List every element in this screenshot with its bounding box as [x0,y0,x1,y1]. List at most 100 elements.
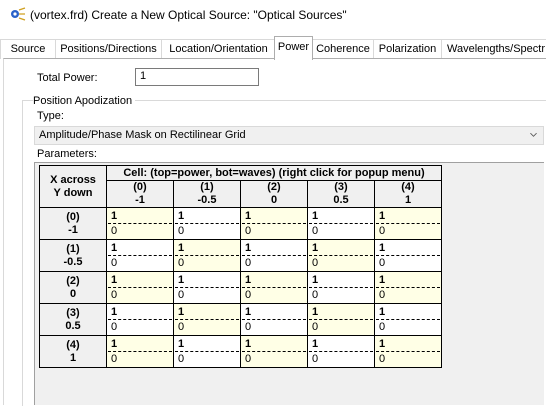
cell-waves-value[interactable]: 0 [245,225,251,237]
cell-waves-value[interactable]: 0 [178,353,184,365]
cell-waves-value[interactable]: 0 [312,321,318,333]
cell-waves-value[interactable]: 0 [111,289,117,301]
cell-waves-value[interactable]: 0 [379,321,385,333]
cell-waves-value[interactable]: 0 [245,321,251,333]
cell-divider [309,319,373,320]
cell-power-value[interactable]: 1 [178,242,184,254]
cell-waves-value[interactable]: 0 [379,257,385,269]
column-header[interactable]: (4) 1 [374,180,442,208]
parameters-grid-area: X across Y down Cell: (top=power, bot=wa… [34,162,544,405]
cell-power-value[interactable]: 1 [312,210,318,222]
grid-cell[interactable]: 10 [307,335,375,368]
column-header[interactable]: (3) 0.5 [307,180,375,208]
cell-power-value[interactable]: 1 [379,274,385,286]
row-header[interactable]: (4) 1 [39,335,107,368]
cell-waves-value[interactable]: 0 [379,225,385,237]
row-header[interactable]: (2) 0 [39,271,107,304]
cell-power-value[interactable]: 1 [379,338,385,350]
cell-divider [175,319,239,320]
grid-cell[interactable]: 10 [173,271,241,304]
cell-waves-value[interactable]: 0 [111,353,117,365]
grid-cell[interactable]: 10 [240,207,308,240]
cell-power-value[interactable]: 1 [111,338,117,350]
cell-waves-value[interactable]: 0 [178,257,184,269]
cell-waves-value[interactable]: 0 [245,289,251,301]
cell-waves-value[interactable]: 0 [178,225,184,237]
grid-cell[interactable]: 10 [240,239,308,272]
grid-cell[interactable]: 10 [173,207,241,240]
grid-cell[interactable]: 10 [106,239,174,272]
grid-cell[interactable]: 10 [374,207,442,240]
cell-waves-value[interactable]: 0 [312,353,318,365]
cell-power-value[interactable]: 1 [111,242,117,254]
grid-cell[interactable]: 10 [374,271,442,304]
cell-power-value[interactable]: 1 [178,274,184,286]
cell-power-value[interactable]: 1 [379,306,385,318]
cell-waves-value[interactable]: 0 [312,257,318,269]
cell-power-value[interactable]: 1 [178,306,184,318]
grid-cell[interactable]: 10 [106,207,174,240]
grid-cell[interactable]: 10 [374,335,442,368]
column-header[interactable]: (2) 0 [240,180,308,208]
column-header[interactable]: (0) -1 [106,180,174,208]
cell-power-value[interactable]: 1 [245,274,251,286]
grid-cell[interactable]: 10 [240,271,308,304]
cell-power-value[interactable]: 1 [245,210,251,222]
grid-cell[interactable]: 10 [106,303,174,336]
cell-power-value[interactable]: 1 [178,210,184,222]
grid-corner-header: X across Y down [39,165,107,208]
tab-power[interactable]: Power [274,36,313,60]
grid-cell[interactable]: 10 [106,335,174,368]
cell-waves-value[interactable]: 0 [245,353,251,365]
grid-cell[interactable]: 10 [307,239,375,272]
cell-waves-value[interactable]: 0 [111,321,117,333]
grid-cell[interactable]: 10 [374,303,442,336]
grid-cell[interactable]: 10 [240,303,308,336]
cell-power-value[interactable]: 1 [312,242,318,254]
grid-cell[interactable]: 10 [173,335,241,368]
cell-power-value[interactable]: 1 [178,338,184,350]
grid-cell[interactable]: 10 [106,271,174,304]
cell-power-value[interactable]: 1 [245,306,251,318]
cell-power-value[interactable]: 1 [245,242,251,254]
cell-power-value[interactable]: 1 [245,338,251,350]
cell-waves-value[interactable]: 0 [312,225,318,237]
tab-polarization[interactable]: Polarization [373,39,442,59]
tab-coherence[interactable]: Coherence [312,39,374,59]
cell-waves-value[interactable]: 0 [178,321,184,333]
grid-cell[interactable]: 10 [307,303,375,336]
grid-cell[interactable]: 10 [173,239,241,272]
cell-waves-value[interactable]: 0 [245,257,251,269]
cell-power-value[interactable]: 1 [379,242,385,254]
cell-waves-value[interactable]: 0 [379,289,385,301]
grid-cell[interactable]: 10 [173,303,241,336]
apodization-type-select[interactable]: Amplitude/Phase Mask on Rectilinear Grid [34,126,544,145]
cell-power-value[interactable]: 1 [312,338,318,350]
row-header[interactable]: (0) -1 [39,207,107,240]
grid-cell[interactable]: 10 [374,239,442,272]
tab-positions-directions[interactable]: Positions/Directions [55,39,162,59]
column-header[interactable]: (1) -0.5 [173,180,241,208]
tab-location-orientation[interactable]: Location/Orientation [161,39,276,59]
cell-divider [175,287,239,288]
row-header[interactable]: (3) 0.5 [39,303,107,336]
cell-power-value[interactable]: 1 [111,274,117,286]
cell-power-value[interactable]: 1 [312,306,318,318]
cell-waves-value[interactable]: 0 [312,289,318,301]
grid-cell[interactable]: 10 [240,335,308,368]
cell-power-value[interactable]: 1 [111,306,117,318]
cell-waves-value[interactable]: 0 [111,257,117,269]
tab-wavelengths-spectrum[interactable]: Wavelengths/Spectr [441,39,546,59]
grid-cell[interactable]: 10 [307,207,375,240]
cell-power-value[interactable]: 1 [379,210,385,222]
grid-cell[interactable]: 10 [307,271,375,304]
cell-power-value[interactable]: 1 [111,210,117,222]
cell-waves-value[interactable]: 0 [379,353,385,365]
cell-power-value[interactable]: 1 [312,274,318,286]
tab-source[interactable]: Source [0,39,56,59]
cell-waves-value[interactable]: 0 [178,289,184,301]
row-header[interactable]: (1) -0.5 [39,239,107,272]
cell-divider [376,351,440,352]
cell-waves-value[interactable]: 0 [111,225,117,237]
total-power-input[interactable]: 1 [135,68,259,86]
